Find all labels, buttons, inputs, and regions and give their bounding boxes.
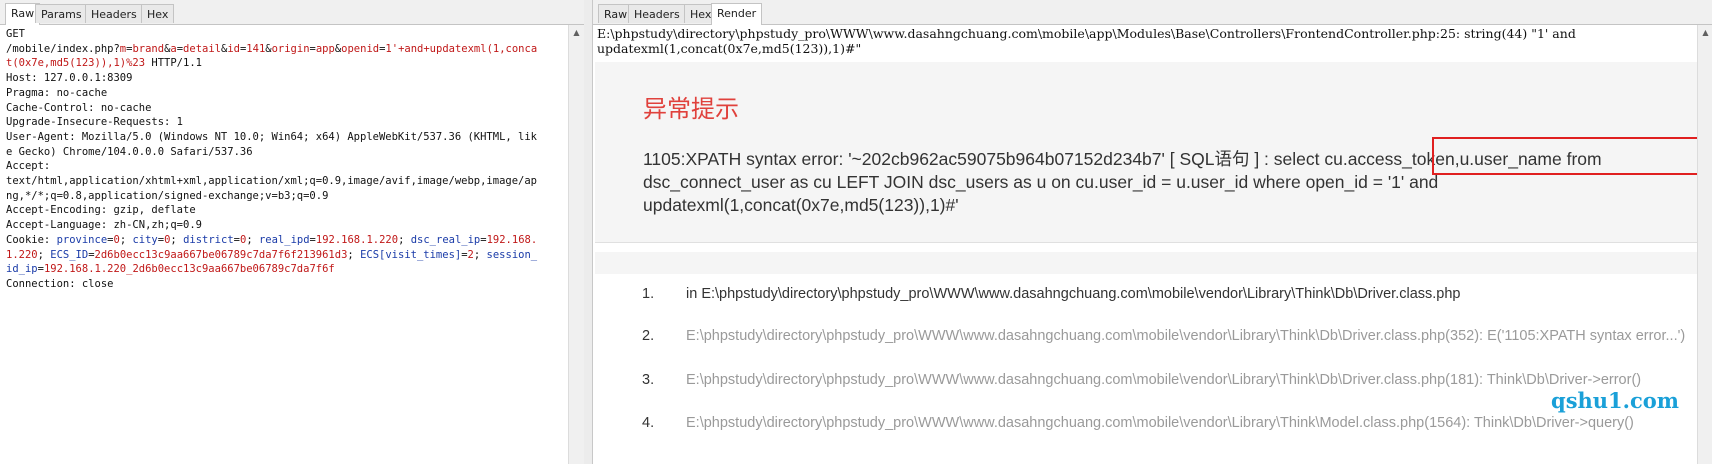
cookie-value: 192.168.1.220 — [315, 233, 399, 246]
pane-divider[interactable] — [584, 0, 592, 464]
debug-dump-line: E:\phpstudy\directory\phpstudy_pro\WWW\w… — [597, 26, 1576, 56]
http-version: HTTP/1.1 — [145, 57, 202, 70]
header-line: Accept: — [6, 160, 51, 173]
param-value: app — [315, 42, 335, 55]
scroll-up-icon[interactable]: ▲ — [569, 28, 584, 37]
cookie-label: Cookie: — [6, 233, 57, 246]
trace-number: 2. — [642, 328, 655, 344]
header-line: text/html,application/xhtml+xml,applicat… — [6, 175, 538, 202]
param-key: origin — [271, 42, 310, 55]
trace-line: 3. E:\phpstudy\directory\phpstudy_pro\WWW… — [642, 372, 1712, 388]
request-editor[interactable]: GET /mobile/index.php?m=brand&a=detail&i… — [6, 27, 542, 292]
trace-line: 2. E:\phpstudy\directory\phpstudy_pro\WWW… — [642, 328, 1712, 344]
cookie-key: city — [132, 233, 158, 246]
cookie-key: dsc_real_ip — [410, 233, 481, 246]
cookie-value: 0 — [113, 233, 120, 246]
header-line: Host: 127.0.0.1:8309 — [6, 72, 133, 85]
header-line: Accept-Encoding: gzip, deflate — [6, 204, 196, 217]
header-line: Pragma: no-cache — [6, 86, 108, 99]
cookie-key: ECS_ID — [50, 248, 89, 261]
param-value: detail — [183, 42, 221, 55]
response-scrollbar[interactable]: ▲ — [1697, 25, 1712, 464]
header-line: Accept-Language: zh-CN,zh;q=0.9 — [6, 219, 202, 232]
watermark-logo: qshu1.com — [1551, 388, 1679, 413]
header-line: User-Agent: Mozilla/5.0 (Windows NT 10.0… — [6, 130, 538, 158]
header-line: Connection: close — [6, 277, 114, 290]
header-line: Cache-Control: no-cache — [6, 101, 152, 114]
param-key: a — [170, 42, 177, 55]
request-method: GET — [6, 28, 25, 40]
cookie-value: 2 — [467, 248, 474, 261]
cookie-key: district — [183, 233, 234, 246]
request-pane: Raw Params Headers Hex GET /mobile/index… — [0, 0, 585, 464]
header-line: Upgrade-Insecure-Requests: 1 — [6, 116, 184, 129]
param-value: brand — [132, 42, 165, 55]
trace-number: 1. — [642, 286, 655, 302]
trace-text: in E:\phpstudy\directory\phpstudy_pro\WW… — [686, 286, 1461, 302]
cookie-value: 0 — [239, 233, 247, 246]
param-key: id — [227, 42, 240, 55]
trace-number: 4. — [642, 415, 655, 431]
trace-number: 3. — [642, 372, 655, 388]
cookie-value: 2d6b0ecc13c9aa667be06789c7da7f6f213961d3 — [94, 248, 348, 261]
cookie-value: 0 — [164, 233, 171, 246]
param-value: 141 — [246, 42, 266, 55]
tab-hex[interactable]: Hex — [141, 4, 175, 23]
trace-text: E:\phpstudy\directory\phpstudy_pro\WWW\w… — [686, 372, 1642, 388]
scroll-up-icon[interactable]: ▲ — [1698, 28, 1712, 37]
cookie-key: province — [56, 233, 108, 246]
tab-headers[interactable]: Headers — [628, 4, 686, 23]
response-pane: Raw Headers Hex Render E:\phpstudy\direc… — [592, 0, 1712, 464]
exception-title: 异常提示 — [643, 95, 739, 123]
highlight-box — [1432, 137, 1712, 175]
param-key: m — [119, 42, 127, 55]
tab-render[interactable]: Render — [711, 3, 763, 25]
trace-line: 4. E:\phpstudy\directory\phpstudy_pro\WWW… — [642, 415, 1712, 431]
cookie-key: ECS[visit_times] — [360, 248, 462, 261]
request-path: /mobile/index.php? — [6, 42, 120, 55]
trace-text: E:\phpstudy\directory\phpstudy_pro\WWW\w… — [686, 328, 1686, 344]
request-tab-bar: Raw Params Headers Hex — [0, 0, 584, 25]
trace-text: E:\phpstudy\directory\phpstudy_pro\WWW\w… — [686, 415, 1634, 431]
cookie-value: 192.168.1.220_2d6b0ecc13c9aa667be06789c7… — [43, 263, 335, 276]
param-key: openid — [341, 42, 380, 55]
trace-line: 1. in E:\phpstudy\directory\phpstudy_pro\… — [642, 286, 1712, 302]
cookie-key: real_ipd — [258, 233, 310, 246]
tab-params[interactable]: Params — [35, 4, 88, 23]
trace-spacer — [595, 252, 1712, 274]
tab-headers[interactable]: Headers — [85, 4, 143, 23]
request-scrollbar[interactable]: ▲ — [568, 25, 584, 464]
response-tab-bar: Raw Headers Hex Render — [593, 0, 1712, 25]
